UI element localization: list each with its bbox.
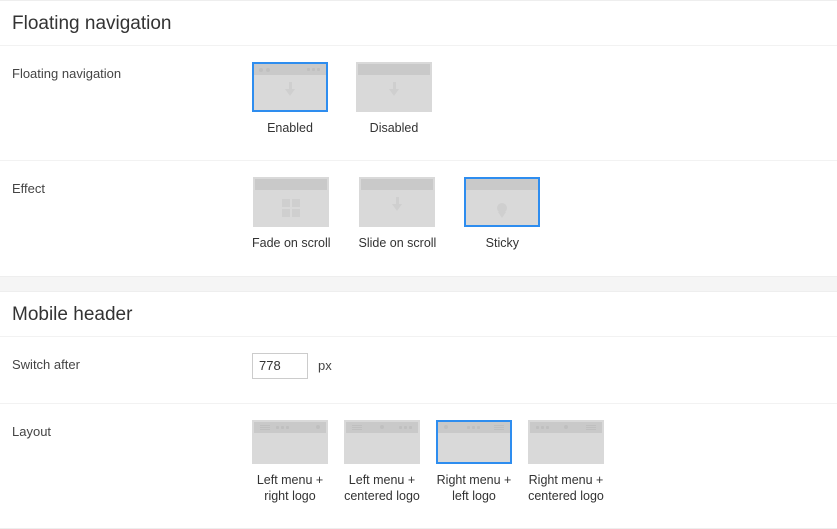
field-label-effect: Effect	[12, 177, 252, 196]
section-title-mobile-header: Mobile header	[0, 292, 837, 336]
switch-after-input[interactable]	[252, 353, 308, 379]
thumb-layout-left-right	[252, 420, 328, 464]
option-label-floating-enabled: Enabled	[267, 120, 313, 136]
switch-after-unit: px	[318, 358, 332, 373]
field-label-floating-navigation: Floating navigation	[12, 62, 252, 81]
thumb-layout-right-center	[528, 420, 604, 464]
option-effect-fade[interactable]: Fade on scroll	[252, 177, 331, 251]
option-label-layout-left-right: Left menu + right logo	[257, 472, 323, 505]
option-label-effect-fade: Fade on scroll	[252, 235, 331, 251]
arrow-down-icon	[285, 89, 295, 96]
option-effect-slide[interactable]: Slide on scroll	[359, 177, 437, 251]
option-layout-right-left[interactable]: Right menu + left logo	[436, 420, 512, 505]
arrow-down-icon	[392, 204, 402, 211]
option-label-effect-slide: Slide on scroll	[359, 235, 437, 251]
option-label-layout-right-left: Right menu + left logo	[437, 472, 512, 505]
option-layout-right-center[interactable]: Right menu + centered logo	[528, 420, 604, 505]
thumb-floating-disabled	[356, 62, 432, 112]
thumb-layout-left-center	[344, 420, 420, 464]
section-title-floating-navigation: Floating navigation	[0, 1, 837, 45]
field-label-layout: Layout	[12, 420, 252, 439]
option-label-floating-disabled: Disabled	[370, 120, 419, 136]
row-switch-after: Switch after px	[0, 336, 837, 403]
thumb-effect-slide	[359, 177, 435, 227]
thumb-effect-sticky	[464, 177, 540, 227]
option-layout-left-right[interactable]: Left menu + right logo	[252, 420, 328, 505]
layout-options: Left menu + right logo Left menu + cente…	[252, 420, 825, 505]
effect-options: Fade on scroll Slide on scroll Sticky	[252, 177, 825, 251]
row-layout: Layout Left menu + right logo	[0, 403, 837, 529]
row-floating-navigation: Floating navigation Enabled	[0, 45, 837, 160]
fade-grid-icon	[282, 199, 300, 217]
option-effect-sticky[interactable]: Sticky	[464, 177, 540, 251]
option-label-layout-left-center: Left menu + centered logo	[344, 472, 420, 505]
option-label-effect-sticky: Sticky	[486, 235, 519, 251]
floating-navigation-options: Enabled Disabled	[252, 62, 825, 136]
arrow-down-icon	[389, 89, 399, 96]
floating-navigation-section: Floating navigation Floating navigation …	[0, 0, 837, 277]
mobile-header-section: Mobile header Switch after px Layout Lef…	[0, 291, 837, 529]
switch-after-content: px	[252, 353, 825, 379]
thumb-effect-fade	[253, 177, 329, 227]
thumb-layout-right-left	[436, 420, 512, 464]
option-floating-disabled[interactable]: Disabled	[356, 62, 432, 136]
option-label-layout-right-center: Right menu + centered logo	[528, 472, 604, 505]
option-layout-left-center[interactable]: Left menu + centered logo	[344, 420, 420, 505]
pin-icon	[497, 203, 507, 213]
row-effect: Effect Fade on scroll Slide on scroll	[0, 160, 837, 275]
field-label-switch-after: Switch after	[12, 353, 252, 372]
option-floating-enabled[interactable]: Enabled	[252, 62, 328, 136]
thumb-floating-enabled	[252, 62, 328, 112]
